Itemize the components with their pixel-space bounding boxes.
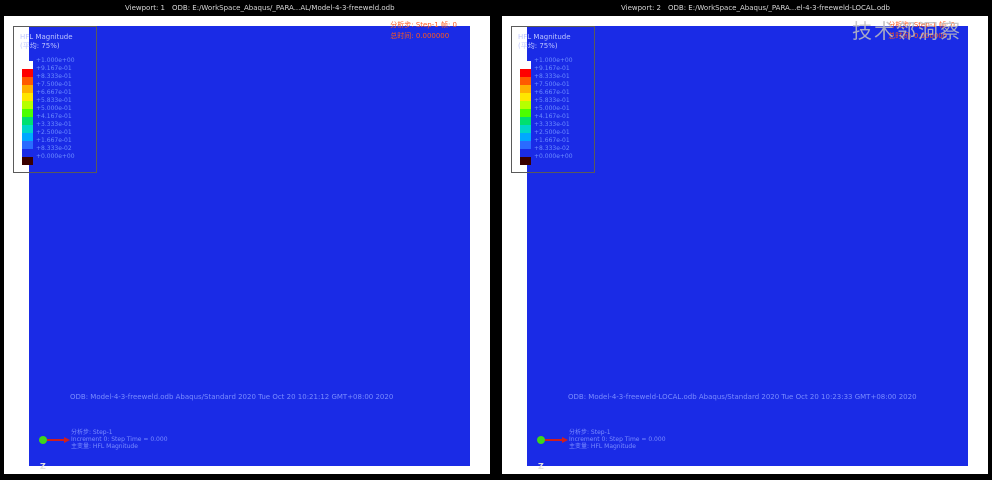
legend-swatch	[520, 93, 531, 101]
legend-value: +8.333e-02	[36, 145, 72, 152]
legend-value: +3.333e-01	[36, 121, 72, 128]
legend-value: +6.667e-01	[534, 89, 570, 96]
legend-value: +7.500e-01	[36, 81, 72, 88]
legend-swatch	[22, 149, 33, 157]
legend-value: +5.833e-01	[534, 97, 570, 104]
legend-subtitle: (平均: 75%)	[518, 42, 558, 50]
x-arrow-icon	[64, 437, 70, 443]
legend-value: +1.667e-01	[534, 137, 570, 144]
legend-swatch	[520, 149, 531, 157]
legend-swatch	[22, 69, 33, 77]
info-line: 主变量: HFL Magnitude	[569, 443, 636, 450]
legend-swatch	[22, 141, 33, 149]
odb-path: ODB: E:/WorkSpace_Abaqus/_PARA...AL/Mode…	[172, 4, 395, 12]
legend-value: +4.167e-01	[36, 113, 72, 120]
legend-value: +1.000e+00	[534, 57, 573, 64]
increment-info: 分析步: Step-1 Increment 0: Step Time = 0.0…	[71, 429, 168, 450]
viewport-2[interactable]: Viewport: 2 ODB: E:/WorkSpace_Abaqus/_PA…	[498, 0, 992, 480]
z-axis-label: Z	[538, 462, 544, 471]
legend-values: +1.000e+00 +9.167e-01 +8.333e-01 +7.500e…	[534, 57, 573, 161]
contour-legend: HFL Magnitude (平均: 75%) +1.000e+00 +9.16…	[511, 26, 595, 173]
legend-swatch	[22, 133, 33, 141]
viewport-1[interactable]: Viewport: 1 ODB: E:/WorkSpace_Abaqus/_PA…	[0, 0, 494, 480]
legend-title: HFL Magnitude	[518, 33, 571, 41]
legend-swatch	[520, 101, 531, 109]
legend-value: +3.333e-01	[534, 121, 570, 128]
legend-value: +9.167e-01	[534, 65, 570, 72]
legend-color-bar	[22, 61, 33, 165]
legend-swatch	[22, 61, 33, 69]
legend-swatch	[22, 125, 33, 133]
legend-swatch	[520, 125, 531, 133]
info-line: Increment 0: Step Time = 0.000	[71, 436, 168, 443]
legend-swatch	[520, 117, 531, 125]
step-frame-text: 分析步: Step-1 帧: 0	[390, 21, 457, 29]
legend-swatch	[22, 157, 33, 165]
info-line: 主变量: HFL Magnitude	[71, 443, 138, 450]
viewport-label: Viewport: 1	[125, 4, 165, 12]
legend-swatch	[520, 133, 531, 141]
legend-value: +2.500e-01	[36, 129, 72, 136]
info-line: 分析步: Step-1	[569, 429, 611, 436]
legend-value: +9.167e-01	[36, 65, 72, 72]
legend-value: +5.000e-01	[534, 105, 570, 112]
legend-value: +7.500e-01	[534, 81, 570, 88]
legend-swatch	[22, 101, 33, 109]
viewport-canvas[interactable]: HFL Magnitude (平均: 75%) +1.000e+00 +9.16…	[502, 16, 988, 474]
legend-swatch	[22, 117, 33, 125]
legend-color-bar	[520, 61, 531, 165]
legend-value: +8.333e-02	[534, 145, 570, 152]
x-axis-icon	[47, 439, 65, 441]
legend-value: +4.167e-01	[534, 113, 570, 120]
legend-value: +5.000e-01	[36, 105, 72, 112]
viewport-label: Viewport: 2	[621, 4, 661, 12]
legend-value: +2.500e-01	[534, 129, 570, 136]
legend-value: +8.333e-01	[36, 73, 72, 80]
z-axis-label: Z	[40, 462, 46, 471]
legend-values: +1.000e+00 +9.167e-01 +8.333e-01 +7.500e…	[36, 57, 75, 161]
legend-swatch	[520, 85, 531, 93]
legend-swatch	[520, 157, 531, 165]
legend-value: +6.667e-01	[36, 89, 72, 96]
legend-swatch	[22, 109, 33, 117]
legend-title: HFL Magnitude	[20, 33, 73, 41]
legend-value: +0.000e+00	[534, 153, 573, 160]
legend-swatch	[22, 77, 33, 85]
viewport-title-bar: Viewport: 2 ODB: E:/WorkSpace_Abaqus/_PA…	[498, 2, 992, 14]
increment-info: 分析步: Step-1 Increment 0: Step Time = 0.0…	[569, 429, 666, 450]
step-info: 分析步: Step-1 帧: 0 总时间: 0.000000	[390, 20, 457, 42]
legend-value: +0.000e+00	[36, 153, 75, 160]
legend-value: +1.667e-01	[36, 137, 72, 144]
x-axis-icon	[545, 439, 563, 441]
legend-value: +5.833e-01	[36, 97, 72, 104]
odb-path: ODB: E:/WorkSpace_Abaqus/_PARA...el-4-3-…	[668, 4, 890, 12]
y-axis-icon	[537, 436, 545, 444]
x-arrow-icon	[562, 437, 568, 443]
total-time-text: 总时间: 0.000000	[390, 32, 450, 40]
info-line: 分析步: Step-1	[71, 429, 113, 436]
legend-swatch	[520, 77, 531, 85]
legend-value: +1.000e+00	[36, 57, 75, 64]
watermark-text: 技术邻洞察	[852, 19, 962, 43]
legend-swatch	[520, 69, 531, 77]
legend-swatch	[520, 141, 531, 149]
legend-value: +8.333e-01	[534, 73, 570, 80]
legend-swatch	[520, 109, 531, 117]
legend-swatch	[22, 93, 33, 101]
legend-swatch	[22, 85, 33, 93]
viewport-title-bar: Viewport: 1 ODB: E:/WorkSpace_Abaqus/_PA…	[0, 2, 494, 14]
odb-info-text: ODB: Model-4-3-freeweld-LOCAL.odb Abaqus…	[568, 393, 917, 401]
legend-subtitle: (平均: 75%)	[20, 42, 60, 50]
odb-info-text: ODB: Model-4-3-freeweld.odb Abaqus/Stand…	[70, 393, 394, 401]
y-axis-icon	[39, 436, 47, 444]
info-line: Increment 0: Step Time = 0.000	[569, 436, 666, 443]
contour-legend: HFL Magnitude (平均: 75%) +1.000e+00 +9.16…	[13, 26, 97, 173]
viewport-canvas[interactable]: HFL Magnitude (平均: 75%) +1.000e+00 +9.16…	[4, 16, 490, 474]
legend-swatch	[520, 61, 531, 69]
